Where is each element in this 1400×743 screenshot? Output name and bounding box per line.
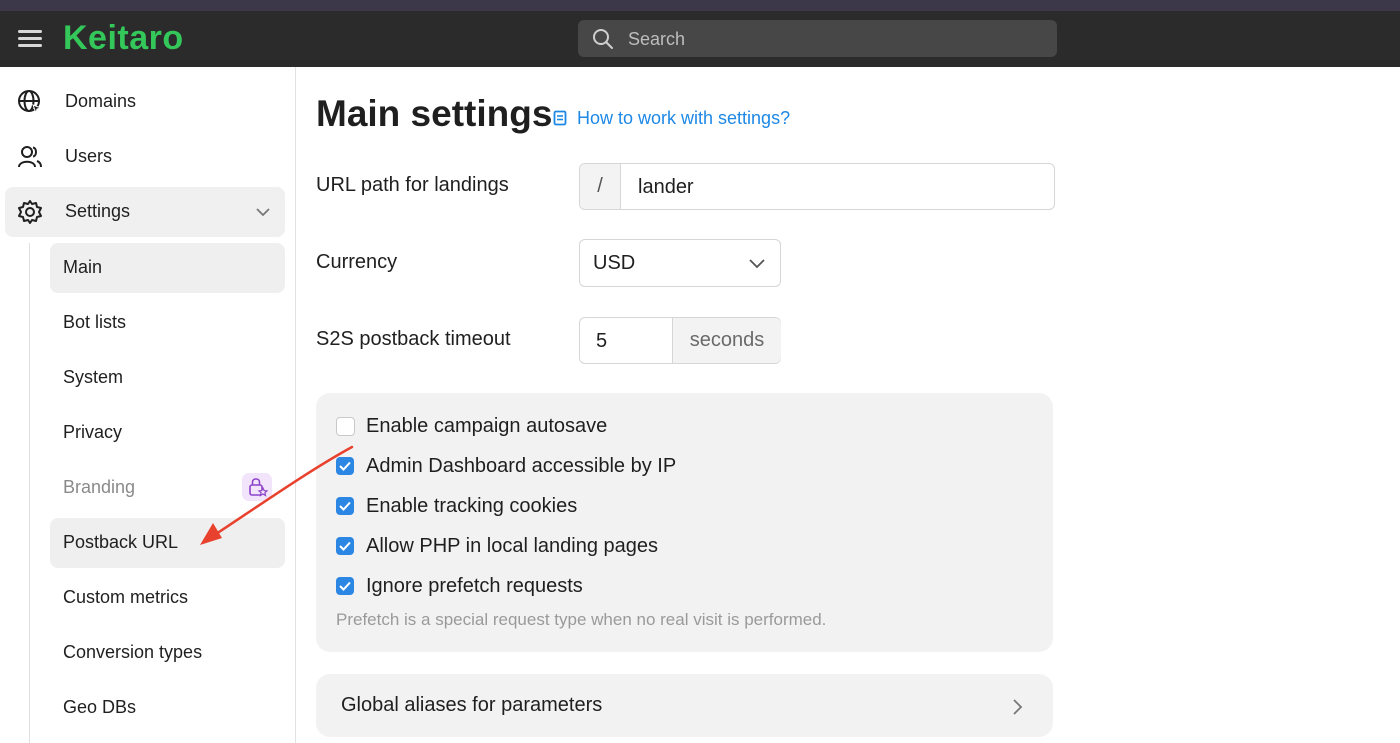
sidebar-subitem-bot-lists[interactable]: Bot lists — [50, 298, 285, 348]
url-path-input[interactable] — [636, 164, 1040, 211]
submenu-guide-line — [29, 243, 30, 743]
menu-icon[interactable] — [18, 28, 42, 48]
currency-value: USD — [593, 252, 636, 274]
check-icon — [339, 501, 351, 511]
check-icon — [339, 581, 351, 591]
accordion-label: Global aliases for parameters — [341, 694, 603, 716]
sidebar-subitem-label: Privacy — [63, 422, 123, 442]
checkbox-checked[interactable] — [336, 577, 354, 595]
app-logo[interactable]: Keitaro — [63, 19, 184, 58]
checkbox-label: Ignore prefetch requests — [366, 575, 583, 597]
sidebar-subitem-geo-dbs[interactable]: Geo DBs — [50, 683, 285, 733]
top-bar: Keitaro — [0, 11, 1400, 67]
sidebar-subitem-label: Postback URL — [63, 532, 179, 552]
url-prefix: / — [580, 164, 621, 209]
lock-badge — [242, 473, 272, 501]
lock-icon — [249, 478, 269, 497]
chevron-down-icon — [256, 208, 270, 217]
sidebar-subitem-label: Branding — [63, 477, 136, 497]
help-link[interactable]: How to work with settings? — [553, 108, 790, 129]
sidebar-item-settings[interactable]: Settings — [5, 187, 285, 237]
sidebar-subitem-label: Geo DBs — [63, 697, 137, 717]
checkbox-label: Enable tracking cookies — [366, 495, 578, 517]
timeout-input[interactable] — [594, 318, 668, 365]
check-icon — [339, 461, 351, 471]
sidebar-item-label: Domains — [65, 91, 137, 111]
check-icon — [339, 541, 351, 551]
sidebar-subitem-label: System — [63, 367, 124, 387]
sidebar-subitem-postback-url[interactable]: Postback URL — [50, 518, 285, 568]
search-input[interactable] — [626, 20, 1050, 59]
url-path-field[interactable]: / — [579, 163, 1055, 211]
window-top-strip — [0, 0, 1400, 11]
checkbox-label: Admin Dashboard accessible by IP — [366, 455, 677, 477]
chevron-down-icon — [749, 259, 765, 269]
options-panel: Enable campaign autosave Admin Dashboard… — [316, 393, 1053, 652]
checkbox-unchecked[interactable] — [336, 417, 355, 436]
checkbox-checked[interactable] — [336, 497, 354, 515]
help-link-text[interactable]: How to work with settings? — [577, 108, 790, 128]
page-title: Main settings — [316, 93, 553, 134]
checkbox-label: Enable campaign autosave — [366, 415, 608, 437]
sidebar-subitem-privacy[interactable]: Privacy — [50, 408, 285, 458]
search-box[interactable] — [578, 20, 1057, 59]
users-icon — [18, 146, 42, 168]
chevron-right-icon — [1013, 699, 1023, 715]
checkbox-checked[interactable] — [336, 457, 354, 475]
sidebar-subitem-conversion-types[interactable]: Conversion types — [50, 628, 285, 678]
prefetch-hint: Prefetch is a special request type when … — [336, 610, 827, 629]
currency-select[interactable]: USD — [579, 239, 781, 287]
timeout-label: S2S postback timeout — [316, 328, 511, 350]
search-icon — [593, 29, 613, 49]
checkbox-label: Allow PHP in local landing pages — [366, 535, 659, 557]
sidebar-subitem-label: Conversion types — [63, 642, 203, 662]
sidebar-item-label: Settings — [65, 201, 131, 221]
sidebar-subitem-label: Main — [63, 257, 103, 277]
checkbox-checked[interactable] — [336, 537, 354, 555]
timeout-unit: seconds — [672, 318, 781, 363]
sidebar-item-users[interactable]: Users — [5, 132, 285, 182]
globe-icon — [18, 90, 43, 115]
sidebar-subitem-branding[interactable]: Branding — [50, 463, 285, 513]
book-icon — [553, 110, 567, 126]
url-path-label: URL path for landings — [316, 174, 509, 196]
sidebar: Domains Users Settings Main Bot lists Sy… — [0, 67, 296, 743]
sidebar-subitem-main[interactable]: Main — [50, 243, 285, 293]
gear-icon — [18, 200, 42, 224]
sidebar-subitem-label: Custom metrics — [63, 587, 189, 607]
sidebar-item-domains[interactable]: Domains — [5, 77, 285, 127]
sidebar-subitem-label: Bot lists — [63, 312, 127, 332]
currency-label: Currency — [316, 251, 398, 273]
timeout-field[interactable]: seconds — [579, 317, 781, 365]
global-aliases-accordion[interactable]: Global aliases for parameters — [316, 674, 1053, 737]
sidebar-subitem-system[interactable]: System — [50, 353, 285, 403]
sidebar-item-label: Users — [65, 146, 113, 166]
sidebar-subitem-custom-metrics[interactable]: Custom metrics — [50, 573, 285, 623]
